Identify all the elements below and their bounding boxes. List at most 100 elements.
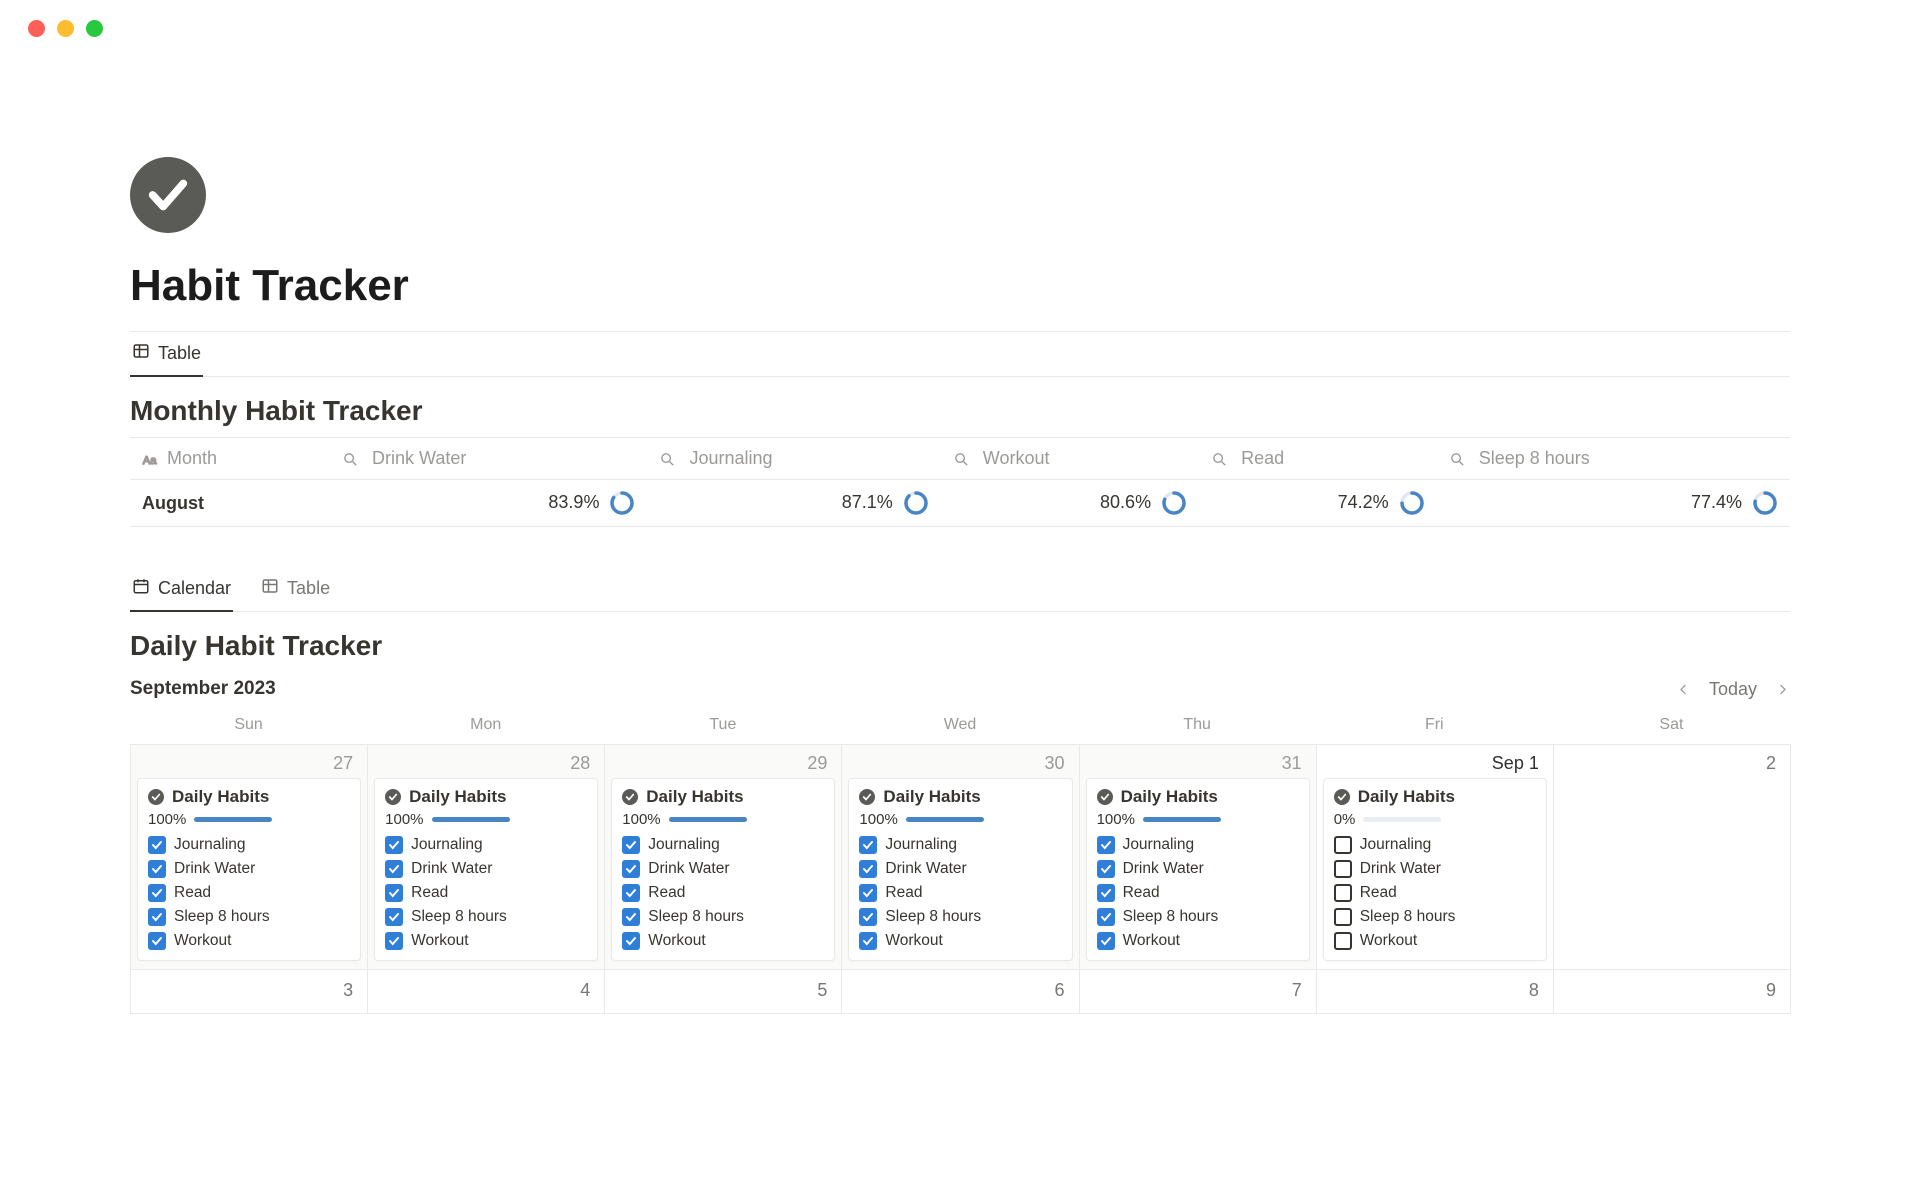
habit-item[interactable]: Read <box>1334 884 1536 902</box>
checkbox[interactable] <box>859 884 877 902</box>
calendar-cell[interactable]: 5 <box>604 969 842 1014</box>
checkbox[interactable] <box>1097 884 1115 902</box>
tab-table-monthly[interactable]: Table <box>130 332 203 377</box>
habit-item[interactable]: Journaling <box>859 836 1061 854</box>
checkbox[interactable] <box>1334 932 1352 950</box>
habit-item[interactable]: Workout <box>622 932 824 950</box>
checkbox[interactable] <box>1334 884 1352 902</box>
calendar-cell[interactable]: 3 <box>130 969 368 1014</box>
habit-item[interactable]: Workout <box>1334 932 1536 950</box>
daily-habits-card[interactable]: Daily Habits100%JournalingDrink WaterRea… <box>1086 778 1310 961</box>
habit-item[interactable]: Sleep 8 hours <box>859 908 1061 926</box>
habit-item[interactable]: Sleep 8 hours <box>1097 908 1299 926</box>
habit-item[interactable]: Drink Water <box>622 860 824 878</box>
calendar-cell[interactable]: 6 <box>841 969 1079 1014</box>
checkbox[interactable] <box>1097 908 1115 926</box>
checkbox[interactable] <box>148 884 166 902</box>
calendar-cell[interactable]: 2 <box>1553 744 1791 970</box>
calendar-cell[interactable]: Sep 1Daily Habits0%JournalingDrink Water… <box>1316 744 1554 970</box>
checkbox[interactable] <box>148 860 166 878</box>
checkbox[interactable] <box>385 860 403 878</box>
calendar-prev-button[interactable] <box>1676 682 1691 697</box>
checkbox[interactable] <box>622 836 640 854</box>
habit-item[interactable]: Read <box>622 884 824 902</box>
calendar-today-button[interactable]: Today <box>1709 679 1757 700</box>
window-minimize-button[interactable] <box>57 20 74 37</box>
habit-item[interactable]: Drink Water <box>1097 860 1299 878</box>
col-month[interactable]: Aa Month <box>130 438 330 480</box>
checkbox[interactable] <box>859 860 877 878</box>
habit-item[interactable]: Journaling <box>148 836 350 854</box>
checkbox[interactable] <box>148 908 166 926</box>
habit-item[interactable]: Workout <box>1097 932 1299 950</box>
progress-bar <box>1363 817 1441 822</box>
window-close-button[interactable] <box>28 20 45 37</box>
checkbox[interactable] <box>622 860 640 878</box>
table-row[interactable]: August 83.9% 87.1% 80.6% 74.2% 77.4% <box>130 480 1790 527</box>
habit-item[interactable]: Read <box>385 884 587 902</box>
habit-item[interactable]: Workout <box>859 932 1061 950</box>
checkbox[interactable] <box>859 836 877 854</box>
habit-item[interactable]: Sleep 8 hours <box>622 908 824 926</box>
calendar-cell[interactable]: 28Daily Habits100%JournalingDrink WaterR… <box>367 744 605 970</box>
checkbox[interactable] <box>385 884 403 902</box>
daily-habits-card[interactable]: Daily Habits100%JournalingDrink WaterRea… <box>848 778 1072 961</box>
checkbox[interactable] <box>622 908 640 926</box>
habit-item[interactable]: Journaling <box>1334 836 1536 854</box>
tab-table-daily[interactable]: Table <box>259 567 332 612</box>
calendar-cell[interactable]: 30Daily Habits100%JournalingDrink WaterR… <box>841 744 1079 970</box>
col-sleep-8-hours[interactable]: Sleep 8 hours <box>1437 438 1790 480</box>
calendar-next-button[interactable] <box>1775 682 1790 697</box>
col-read[interactable]: Read <box>1199 438 1437 480</box>
calendar-cell[interactable]: 7 <box>1079 969 1317 1014</box>
calendar-cell[interactable]: 4 <box>367 969 605 1014</box>
window-maximize-button[interactable] <box>86 20 103 37</box>
col-workout[interactable]: Workout <box>941 438 1199 480</box>
checkbox[interactable] <box>1334 908 1352 926</box>
habit-item[interactable]: Read <box>148 884 350 902</box>
checkbox[interactable] <box>1097 932 1115 950</box>
habit-item[interactable]: Drink Water <box>385 860 587 878</box>
col-journaling[interactable]: Journaling <box>647 438 940 480</box>
habit-item[interactable]: Workout <box>148 932 350 950</box>
daily-habits-card[interactable]: Daily Habits0%JournalingDrink WaterReadS… <box>1323 778 1547 961</box>
daily-habits-card[interactable]: Daily Habits100%JournalingDrink WaterRea… <box>611 778 835 961</box>
calendar-cell[interactable]: 31Daily Habits100%JournalingDrink WaterR… <box>1079 744 1317 970</box>
checkbox[interactable] <box>622 932 640 950</box>
habit-item[interactable]: Sleep 8 hours <box>1334 908 1536 926</box>
calendar-cell[interactable]: 9 <box>1553 969 1791 1014</box>
daily-habits-card[interactable]: Daily Habits100%JournalingDrink WaterRea… <box>374 778 598 961</box>
calendar-cell[interactable]: 27Daily Habits100%JournalingDrink WaterR… <box>130 744 368 970</box>
calendar-cell[interactable]: 8 <box>1316 969 1554 1014</box>
habit-item[interactable]: Journaling <box>622 836 824 854</box>
habit-item[interactable]: Journaling <box>1097 836 1299 854</box>
habit-item[interactable]: Sleep 8 hours <box>385 908 587 926</box>
checkbox[interactable] <box>1097 860 1115 878</box>
checkbox[interactable] <box>1097 836 1115 854</box>
calendar-dow: Sat <box>1553 708 1790 744</box>
checkbox[interactable] <box>859 908 877 926</box>
habit-item[interactable]: Drink Water <box>1334 860 1536 878</box>
habit-item[interactable]: Journaling <box>385 836 587 854</box>
progress-row: 0% <box>1334 811 1536 828</box>
checkbox[interactable] <box>148 932 166 950</box>
cell-workout: 80.6% <box>941 480 1199 527</box>
checkbox[interactable] <box>385 836 403 854</box>
checkbox[interactable] <box>859 932 877 950</box>
checkbox[interactable] <box>622 884 640 902</box>
checkbox[interactable] <box>385 908 403 926</box>
habit-item[interactable]: Drink Water <box>859 860 1061 878</box>
calendar-cell[interactable]: 29Daily Habits100%JournalingDrink WaterR… <box>604 744 842 970</box>
daily-habits-card[interactable]: Daily Habits100%JournalingDrink WaterRea… <box>137 778 361 961</box>
checkbox[interactable] <box>1334 836 1352 854</box>
habit-item[interactable]: Drink Water <box>148 860 350 878</box>
habit-item[interactable]: Read <box>1097 884 1299 902</box>
habit-item[interactable]: Workout <box>385 932 587 950</box>
checkbox[interactable] <box>148 836 166 854</box>
checkbox[interactable] <box>385 932 403 950</box>
habit-item[interactable]: Read <box>859 884 1061 902</box>
tab-calendar[interactable]: Calendar <box>130 567 233 612</box>
col-drink-water[interactable]: Drink Water <box>330 438 647 480</box>
habit-item[interactable]: Sleep 8 hours <box>148 908 350 926</box>
checkbox[interactable] <box>1334 860 1352 878</box>
